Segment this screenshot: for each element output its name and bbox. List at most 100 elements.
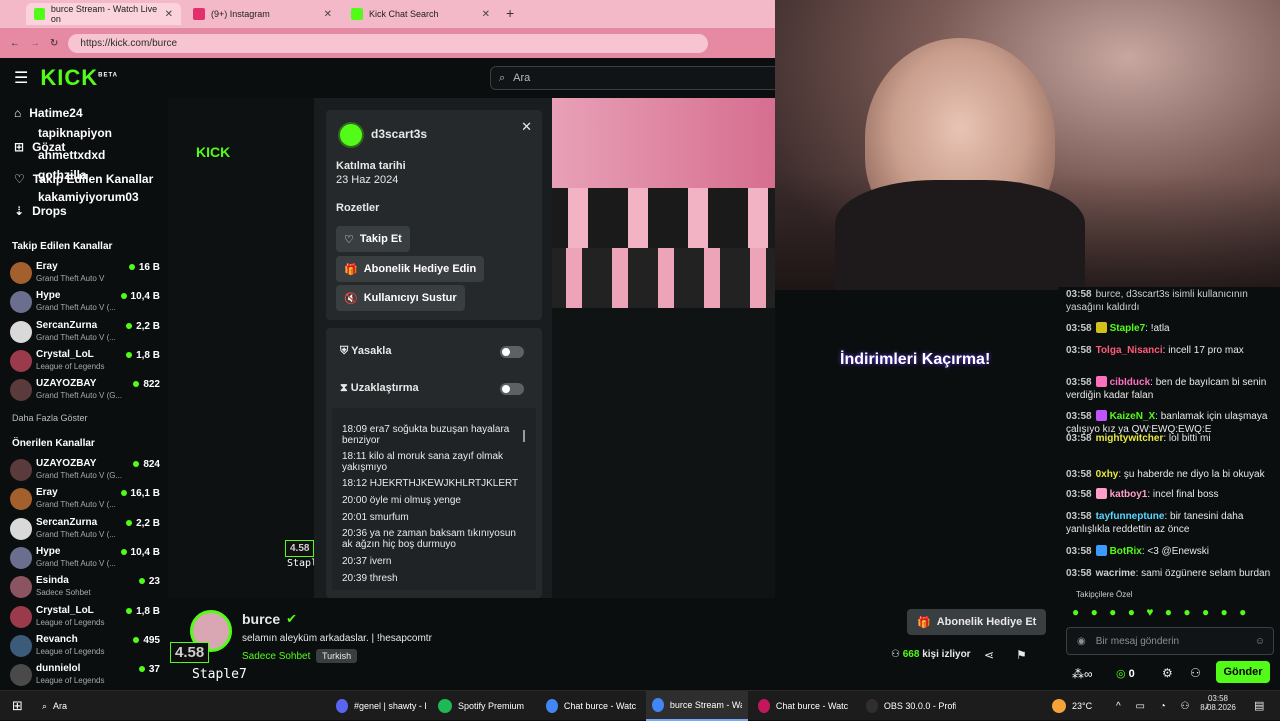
ban-toggle[interactable] <box>500 346 524 358</box>
taskbar-app-button[interactable]: burce Stream - Wat... <box>646 691 748 721</box>
sidebar-channel-item[interactable]: Revanch League of Legends 495 <box>10 632 160 660</box>
sidebar-nav-item[interactable]: kakamiyiyorum03 <box>38 190 139 204</box>
chat-username[interactable]: KaizeN_X <box>1110 411 1156 422</box>
search-input[interactable]: ⌕ Ara <box>490 66 780 90</box>
weather-widget[interactable]: 23°C <box>1046 691 1098 721</box>
overlay-caption: Staple7 <box>192 667 247 682</box>
timeout-toggle[interactable] <box>500 383 524 395</box>
close-tab-icon[interactable]: ✕ <box>324 9 332 20</box>
sidebar-channel-item[interactable]: Eray Grand Theft Auto V (... 16,1 B <box>10 485 160 513</box>
show-more-link[interactable]: Daha Fazla Göster <box>12 413 88 423</box>
taskbar-app-button[interactable]: Chat burce - Watch... <box>752 691 854 721</box>
chat-username[interactable]: wacrime <box>1096 568 1136 579</box>
chat-username[interactable]: cibIduck <box>1110 377 1151 388</box>
close-tab-icon[interactable]: ✕ <box>165 9 173 20</box>
sidebar-channel-item[interactable]: Crystal_LoL League of Legends 1,8 B <box>10 347 160 375</box>
sidebar-channel-item[interactable]: Eray Grand Theft Auto V 16 B <box>10 259 160 287</box>
message-history-scrollbar[interactable] <box>523 430 525 442</box>
chat-text: : şu haberde ne diyo la bi okuyak <box>1118 469 1265 480</box>
sidebar-channel-item[interactable]: SercanZurna Grand Theft Auto V (... 2,2 B <box>10 318 160 346</box>
channel-viewers: 10,4 B <box>121 547 160 558</box>
chat-message[interactable]: 03:58 BotRix: <3 @Enewski <box>1066 545 1274 558</box>
sidebar-nav-item-followed[interactable]: ♡ Takip Edilen Kanallar <box>14 172 153 186</box>
gift-sub-button[interactable]: 🎁 Abonelik Hediye Et <box>907 609 1047 635</box>
settings-icon[interactable]: ⚙ <box>1162 666 1173 680</box>
channel-category: Grand Theft Auto V <box>36 274 105 283</box>
taskbar-search[interactable]: ⌕ Ara <box>36 691 156 721</box>
taskbar-app-button[interactable]: Spotify Premium <box>432 691 534 721</box>
chat-message[interactable]: 03:58 tayfunneptune: bir tanesini daha ya… <box>1066 510 1274 536</box>
chat-rules-icon[interactable]: ⚇ <box>1190 666 1201 680</box>
sidebar-nav-item-drops[interactable]: ⇣ Drops <box>14 204 67 218</box>
kick-logo[interactable]: KICKBETA <box>40 65 118 91</box>
channel-category: League of Legends <box>36 617 105 627</box>
chat-message[interactable]: 03:58 katboy1: incel final boss <box>1066 488 1274 501</box>
channel-category: Grand Theft Auto V (... <box>36 303 116 313</box>
taskbar-app-button[interactable]: #genel | shawty - D... <box>330 691 432 721</box>
channel-avatar <box>10 546 32 569</box>
chat-message[interactable]: 03:58 burce, d3scart3s isimli kullanıcını… <box>1066 288 1274 314</box>
back-icon[interactable]: ← <box>10 38 20 49</box>
reload-icon[interactable]: ↻ <box>50 38 58 49</box>
report-icon[interactable]: ⚑ <box>1016 648 1027 662</box>
stream-tag[interactable]: Turkish <box>316 649 358 663</box>
channel-name: Hype <box>36 290 61 302</box>
clock[interactable]: 03:58 8.08.2026 <box>1200 694 1236 712</box>
sidebar-channel-item[interactable]: UZAYOZBAY Grand Theft Auto V (G... 822 <box>10 376 160 404</box>
start-button[interactable]: ⊞ <box>6 691 29 721</box>
sidebar-channel-item[interactable]: Hype Grand Theft Auto V (... 10,4 B <box>10 544 160 572</box>
notification-icon[interactable]: ▤ <box>1254 699 1264 712</box>
forward-icon[interactable]: → <box>30 38 40 49</box>
ban-label: ⛨ Yasakla <box>340 345 392 357</box>
stream-category[interactable]: Sadece Sohbet <box>242 651 310 662</box>
close-tab-icon[interactable]: ✕ <box>482 9 490 20</box>
sidebar-channel-item[interactable]: Hype Grand Theft Auto V (... 10,4 B <box>10 288 160 316</box>
emoji-icon[interactable]: ☺ <box>1255 636 1265 647</box>
sidebar-nav-item[interactable]: ahmettxdxd <box>38 148 105 162</box>
share-icon[interactable]: ⋖ <box>984 648 994 662</box>
taskbar-app-button[interactable]: OBS 30.0.0 - Profil:... <box>860 691 962 721</box>
chat-message[interactable]: 03:58 wacrime: sami özgünere selam burdan <box>1066 567 1274 580</box>
mute-user-button[interactable]: 🔇 Kullanıcıyı Sustur <box>336 285 465 311</box>
chat-send-button[interactable]: Gönder <box>1216 661 1270 683</box>
chat-username[interactable]: katboy1 <box>1110 489 1148 500</box>
tab-instagram[interactable]: (9+) Instagram ✕ <box>185 3 340 25</box>
new-tab-icon[interactable]: + <box>506 5 514 21</box>
chat-message-input[interactable]: ◉ Bir mesaj gönderin ☺ <box>1066 627 1274 655</box>
sidebar-channel-item[interactable]: UZAYOZBAY Grand Theft Auto V (G... 824 <box>10 456 160 484</box>
sidebar-nav-item[interactable]: tapiknapiyon <box>38 126 112 140</box>
channel-points-icon[interactable]: ⁂∞ <box>1072 667 1093 681</box>
taskbar-app-button[interactable]: Chat burce - Watch... <box>540 691 642 721</box>
chat-message[interactable]: 03:58 mightywitcher: lol bitti mi <box>1066 432 1274 445</box>
emote-row[interactable]: ● ● ● ● ♥ ● ● ● ● ● <box>1072 605 1250 619</box>
follow-button[interactable]: ♡ Takip Et <box>336 226 410 252</box>
join-date-label: Katılma tarihi <box>336 160 406 172</box>
chat-username[interactable]: mightywitcher <box>1096 433 1164 444</box>
chat-message[interactable]: 03:58 Tolga_Nisanci: incell 17 pro max <box>1066 344 1274 357</box>
sidebar-channel-item[interactable]: SercanZurna Grand Theft Auto V (... 2,2 B <box>10 515 160 543</box>
sidebar-channel-item[interactable]: Esinda Sadece Sohbet 23 <box>10 573 160 601</box>
chat-username[interactable]: BotRix <box>1110 546 1142 557</box>
chat-username[interactable]: 0xhy <box>1096 469 1119 480</box>
chat-username[interactable]: tayfunneptune <box>1096 511 1165 522</box>
chat-message[interactable]: 03:58 0xhy: şu haberde ne diyo la bi okuy… <box>1066 468 1274 481</box>
chat-message[interactable]: 03:58 cibIduck: ben de bayılcam bi senin … <box>1066 376 1274 402</box>
history-message: 18:09 era7 soğukta buzuşan hayalara benz… <box>342 424 510 446</box>
sidebar-channel-item[interactable]: dunnielol League of Legends 37 <box>10 661 160 689</box>
chat-timestamp: 03:58 <box>1066 546 1092 557</box>
streamer-name[interactable]: burce ✔ <box>242 611 297 627</box>
sidebar-channel-item[interactable]: Crystal_LoL League of Legends 1,8 B <box>10 603 160 631</box>
chat-username[interactable]: Tolga_Nisanci <box>1096 345 1163 356</box>
chat-timestamp: 03:58 <box>1066 289 1092 300</box>
join-date-value: 23 Haz 2024 <box>336 174 399 186</box>
tab-burce-stream[interactable]: burce Stream - Watch Live on ✕ <box>26 3 181 25</box>
close-icon[interactable]: ✕ <box>521 119 532 135</box>
gift-sub-button[interactable]: 🎁 Abonelik Hediye Edin <box>336 256 485 282</box>
channel-name: Esinda <box>36 575 69 587</box>
tab-kick-chat-search[interactable]: Kick Chat Search ✕ <box>343 3 498 25</box>
menu-icon[interactable]: ☰ <box>14 68 28 88</box>
chat-message[interactable]: 03:58 Staple7: !atla <box>1066 322 1274 335</box>
chat-username[interactable]: Staple7 <box>1110 323 1146 334</box>
url-field[interactable]: https://kick.com/burce <box>68 33 709 53</box>
sidebar-nav-item[interactable]: ⌂ Hatime24 <box>14 106 83 120</box>
